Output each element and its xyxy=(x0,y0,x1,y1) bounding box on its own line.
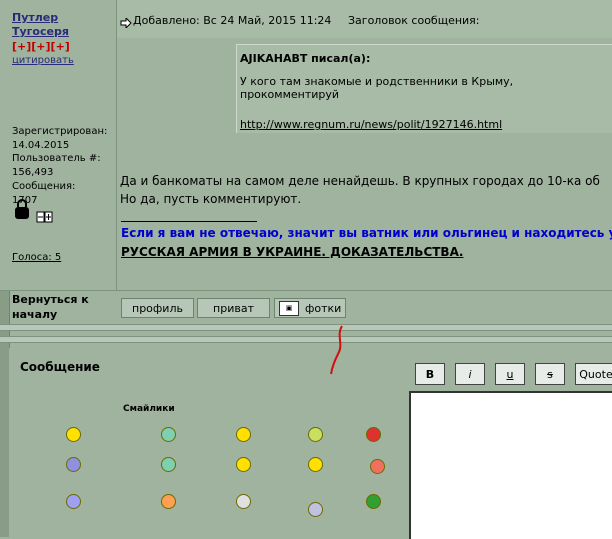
messages-label: Сообщения: xyxy=(12,181,76,192)
italic-button[interactable]: i xyxy=(455,363,485,385)
wave-icon[interactable] xyxy=(236,494,251,509)
happy-icon[interactable] xyxy=(236,427,251,442)
post-body-line-1: Да и банкоматы на самом деле ненайдешь. … xyxy=(120,174,600,188)
post-date: Добавлено: Вс 24 Май, 2015 11:24 xyxy=(133,14,332,27)
red-annotation-mark xyxy=(330,324,346,380)
photo-icon: ▣ xyxy=(279,300,299,316)
post-arrow-icon xyxy=(120,13,132,32)
angry-icon[interactable] xyxy=(366,427,381,442)
strike-button[interactable]: s xyxy=(535,363,565,385)
user-num: 156,493 xyxy=(12,167,54,178)
gender-icon xyxy=(36,208,54,227)
message-label: Сообщение xyxy=(20,360,100,374)
separator-1 xyxy=(0,324,612,331)
registered-label: Зарегистрирован: xyxy=(12,126,108,137)
quote-button[interactable]: Quote xyxy=(575,363,612,385)
alien-icon[interactable] xyxy=(236,457,251,472)
quote-link[interactable]: цитировать xyxy=(12,55,74,66)
author-name-link-2[interactable]: Тугосеря xyxy=(12,25,69,38)
offline-lock-icon xyxy=(12,198,36,226)
signature-link[interactable]: РУССКАЯ АРМИЯ В УКРАИНЕ. ДОКАЗАТЕЛЬСТВА. xyxy=(121,245,463,259)
photos-label: фотки xyxy=(305,301,342,315)
post-body-line-2: Но да, пусть комментируют. xyxy=(120,192,302,206)
cool-icon[interactable] xyxy=(161,494,176,509)
rating-buttons[interactable]: [+][+][+] xyxy=(12,40,70,53)
glasses-icon[interactable] xyxy=(308,427,323,442)
grin-icon[interactable] xyxy=(161,427,176,442)
separator-2 xyxy=(0,336,612,343)
author-name-link[interactable]: Путлер xyxy=(12,11,58,24)
teeth-icon[interactable] xyxy=(161,457,176,472)
quote-text: У кого там знакомые и родственники в Кры… xyxy=(240,75,514,101)
sad-icon[interactable] xyxy=(66,494,81,509)
smilies-label: Смайлики xyxy=(123,404,175,414)
signature-line-1: Если я вам не отвечаю, значит вы ватник … xyxy=(121,226,612,240)
quote-author: AJIKAHABT писал(а): xyxy=(240,52,371,65)
idea-icon[interactable] xyxy=(308,502,323,517)
sick-icon[interactable] xyxy=(366,494,381,509)
wink-icon[interactable] xyxy=(308,457,323,472)
back-to-top-link[interactable]: Вернуться к началу xyxy=(12,292,112,322)
smile-icon[interactable] xyxy=(66,427,81,442)
profile-button[interactable]: профиль xyxy=(121,298,194,318)
kiss-icon[interactable] xyxy=(370,459,385,474)
message-textarea[interactable] xyxy=(409,391,612,539)
quote-link-url[interactable]: http://www.regnum.ru/news/polit/1927146.… xyxy=(240,118,502,131)
post-subject-label: Заголовок сообщения: xyxy=(348,14,480,27)
shocked-icon[interactable] xyxy=(66,457,81,472)
votes[interactable]: Голоса: 5 xyxy=(12,250,61,265)
signature-divider xyxy=(121,221,257,222)
underline-button[interactable]: u xyxy=(495,363,525,385)
photos-button[interactable]: ▣ фотки xyxy=(274,298,346,318)
votes-text[interactable]: Голоса: 5 xyxy=(12,252,61,263)
user-num-label: Пользователь #: xyxy=(12,153,101,164)
private-message-button[interactable]: приват xyxy=(197,298,270,318)
bold-button[interactable]: B xyxy=(415,363,445,385)
